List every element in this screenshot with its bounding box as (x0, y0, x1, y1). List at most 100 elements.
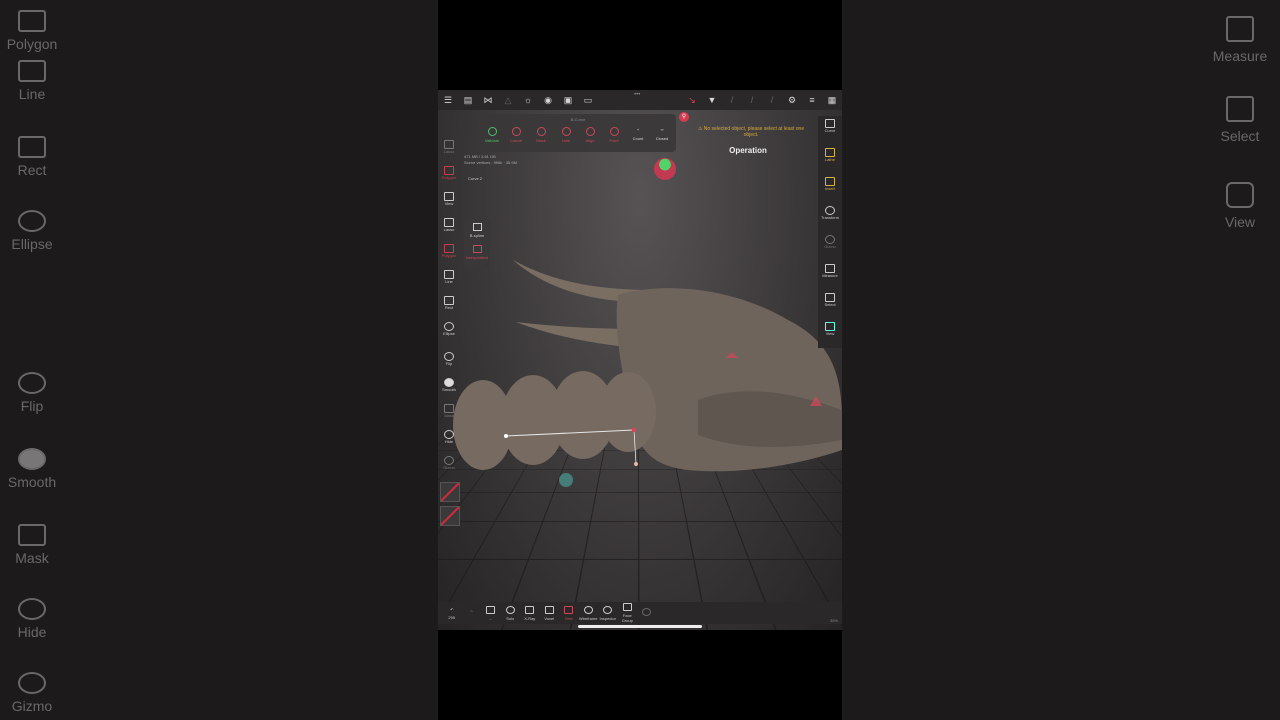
hide-icon (444, 430, 454, 439)
mask-button[interactable]: Mask (529, 127, 553, 143)
pivot-handle[interactable] (559, 473, 573, 487)
tool-curve[interactable]: Curve (818, 119, 842, 145)
menu-icon[interactable]: ☰ (438, 90, 458, 110)
camera-icon (825, 322, 835, 331)
tool-select[interactable]: Select (818, 293, 842, 319)
home-indicator[interactable] (578, 625, 702, 628)
tool-gizmo[interactable]: Gizmo (440, 456, 458, 480)
camera-icon[interactable]: ▭ (578, 90, 598, 110)
scene-icon[interactable]: △ (498, 90, 518, 110)
cancel-button[interactable]: Cancel (504, 127, 528, 143)
tool-line[interactable]: Line (440, 270, 458, 294)
tool-transform[interactable]: Transform (818, 206, 842, 232)
polygon-icon (444, 166, 454, 175)
undo-icon: ↶ (450, 606, 454, 612)
curve-tool-icon[interactable]: ↘ (682, 90, 702, 110)
tool-mask[interactable]: Mask (440, 404, 458, 428)
interpolation-button[interactable]: Interpolation (464, 242, 490, 264)
xray-button[interactable]: X-Ray (520, 605, 540, 621)
wireframe-icon (583, 605, 593, 614)
orientation-cube[interactable] (654, 158, 676, 180)
count-button[interactable]: + Count (626, 127, 650, 141)
solo-button[interactable]: Solo (501, 605, 521, 621)
tool-rect[interactable]: Rect (440, 296, 458, 320)
smooth-icon (18, 448, 46, 470)
curve-point[interactable] (634, 462, 638, 466)
image-icon[interactable]: ▣ (558, 90, 578, 110)
insert-icon (825, 177, 835, 186)
list-icon[interactable]: ≡ (802, 90, 822, 110)
curve-point-active[interactable] (631, 427, 637, 433)
tool-smooth[interactable]: Smooth (440, 378, 458, 402)
validate-button[interactable]: Validate (480, 127, 504, 143)
info-button[interactable] (637, 608, 657, 618)
brush-icon[interactable]: / (722, 90, 742, 110)
tool-flip[interactable]: Flip (440, 352, 458, 376)
bottom-toolbar: ↶ 295 ↷ ... Solo X-Ray Voxel Grid Wirefra… (438, 602, 842, 624)
scene-info: 471 MB / 3.61 GB Scene vertices : 996k ·… (464, 154, 517, 166)
closed-button[interactable]: ∞ Closed (650, 127, 674, 141)
ruler-icon (825, 264, 835, 273)
undo-button[interactable]: ↶ 295 (442, 607, 462, 620)
gizmo-icon (18, 672, 46, 694)
brush-icon[interactable]: / (742, 90, 762, 110)
redo-button[interactable]: ↷ (462, 609, 482, 617)
pin-button[interactable]: ⚲ (679, 112, 689, 122)
facegroup-button[interactable]: Face Group (618, 603, 638, 623)
flip-icon (444, 352, 454, 361)
tool-measure[interactable]: Measure (818, 264, 842, 290)
filter-icon[interactable]: ▼ (702, 90, 722, 110)
curve-point[interactable] (504, 434, 508, 438)
view-icon (444, 192, 454, 201)
layers-icon[interactable]: ▦ (822, 90, 842, 110)
ruler-icon (1226, 16, 1254, 42)
right-toolbar: Curve Lathe Insert Transform Gizmo Measu… (818, 116, 842, 348)
zoom-label: 35% (829, 618, 838, 623)
hole-button[interactable]: Hole (554, 127, 578, 143)
tool-view[interactable]: View (818, 322, 842, 348)
bspline-button[interactable]: B-spline (464, 220, 490, 242)
plus-icon: + (636, 127, 640, 132)
camera-icon (1226, 182, 1254, 208)
tool-lasso[interactable]: Lasso (440, 140, 458, 164)
curve-icon (825, 119, 835, 128)
select-icon (1226, 96, 1254, 122)
color-swatch[interactable] (440, 482, 460, 502)
color-swatch[interactable] (440, 506, 460, 526)
tool-gizmo[interactable]: Gizmo (818, 235, 842, 261)
brush-icon[interactable]: / (762, 90, 782, 110)
voxel-button[interactable]: Voxel (540, 605, 560, 621)
line-icon (18, 60, 46, 82)
tool-view[interactable]: View (440, 192, 458, 216)
align-button[interactable]: Align (578, 127, 602, 143)
shield-icon (536, 127, 546, 136)
settings-icon[interactable]: ⚙ (782, 90, 802, 110)
tool-lasso[interactable]: Lasso (440, 218, 458, 242)
left-toolbar: Lasso Polygon View Lasso Polygon Line Re… (440, 138, 458, 480)
align-icon (585, 127, 595, 136)
tool-lathe[interactable]: Lathe (818, 148, 842, 174)
tool-hide[interactable]: Hide (440, 430, 458, 454)
app-screen: ☰ ▤ ⋈ △ ☼ ◉ ▣ ▭ ↘ ▼ / / / ⚙ ≡ ▦ ••• B-Cu… (438, 90, 842, 630)
search-icon (505, 605, 515, 614)
grid-button[interactable]: Grid (559, 605, 579, 621)
tool-polygon[interactable]: Polygon (440, 244, 458, 268)
light-icon[interactable]: ☼ (518, 90, 538, 110)
spline-icon (472, 223, 482, 231)
background-left: Polygon Line Rect Ellipse Flip Smooth Ma… (0, 0, 438, 720)
ellipse-icon (444, 322, 454, 331)
viewport-canvas[interactable] (438, 90, 842, 630)
share-icon[interactable]: ⋈ (478, 90, 498, 110)
material-icon[interactable]: ◉ (538, 90, 558, 110)
gizmo-icon (825, 235, 835, 244)
folder-icon[interactable]: ▤ (458, 90, 478, 110)
delete-button[interactable]: ... (481, 605, 501, 621)
polygon-icon (444, 244, 454, 253)
inspector-button[interactable]: Inspector (598, 605, 618, 621)
tool-ellipse[interactable]: Ellipse (440, 322, 458, 346)
point-button[interactable]: Point (602, 127, 626, 143)
tool-insert[interactable]: Insert (818, 177, 842, 203)
tool-polygon[interactable]: Polygon (440, 166, 458, 190)
wireframe-button[interactable]: Wireframe (579, 605, 599, 621)
smooth-icon (444, 378, 454, 387)
